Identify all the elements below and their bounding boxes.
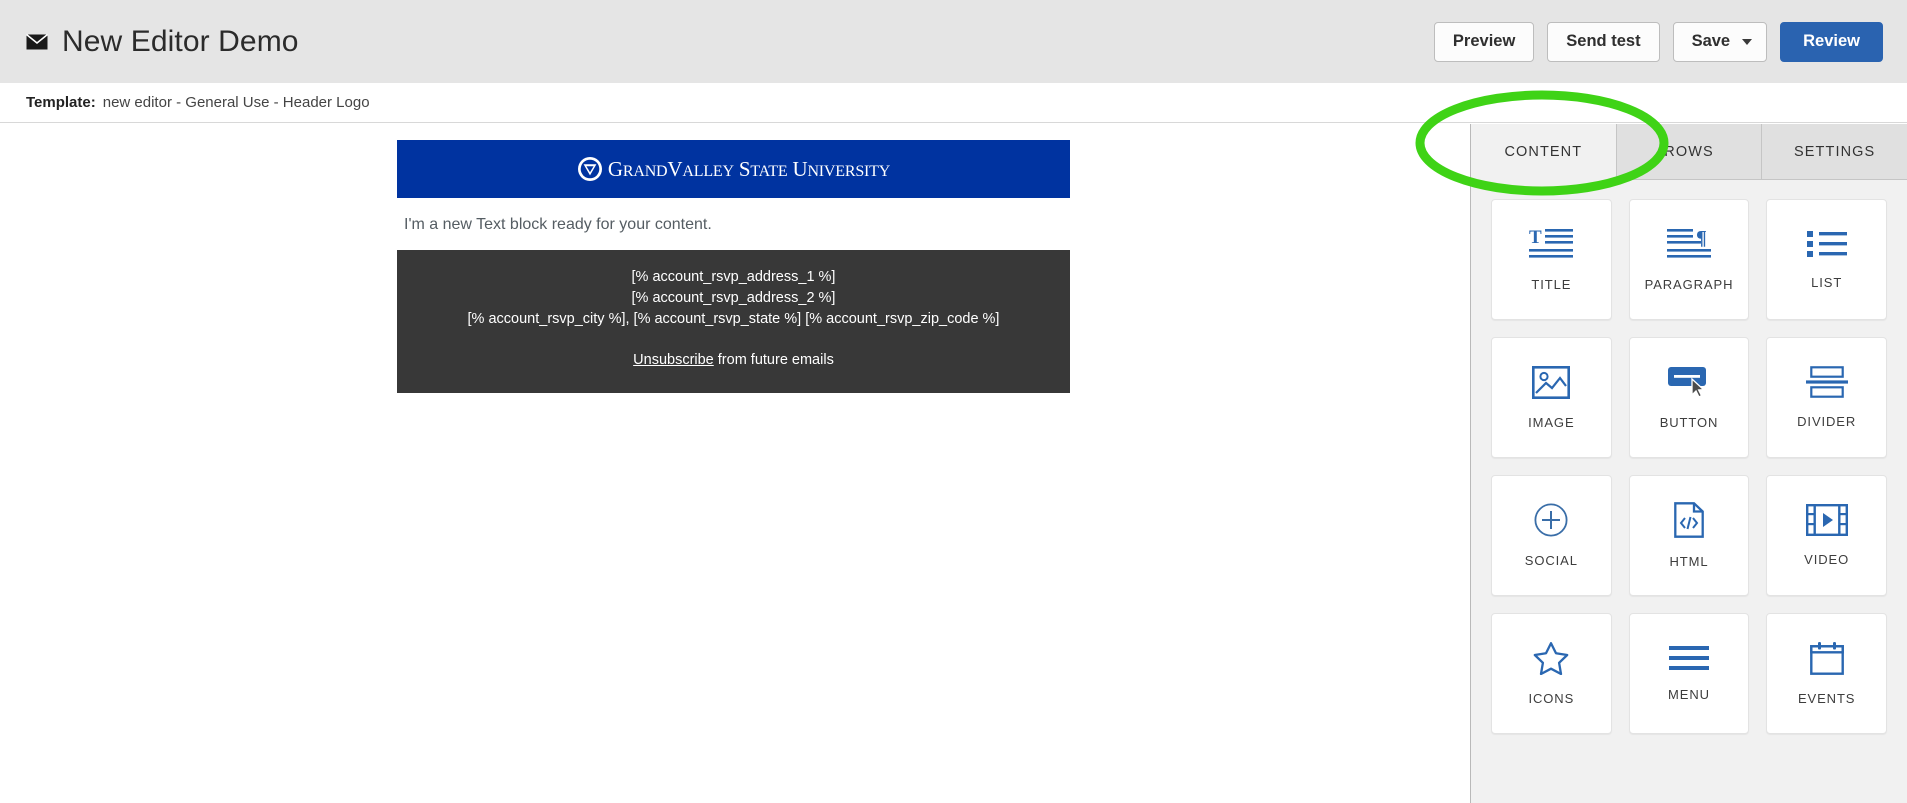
template-label: Template: [0,94,96,111]
list-icon [1806,229,1848,259]
content-block-image[interactable]: IMAGE [1491,337,1612,458]
content-block-events[interactable]: EVENTS [1766,613,1887,734]
template-name: new editor - General Use - Header Logo [96,94,370,111]
hamburger-menu-icon [1669,645,1709,671]
email-canvas: GRANDVALLEY STATE UNIVERSITY I'm a new T… [0,124,1470,803]
content-block-list[interactable]: LIST [1766,199,1887,320]
review-button[interactable]: Review [1780,22,1883,62]
svg-text:¶: ¶ [1696,227,1707,249]
email-preview: GRANDVALLEY STATE UNIVERSITY I'm a new T… [397,140,1070,393]
content-block-icons-label: ICONS [1528,691,1574,706]
footer-unsubscribe-line: Unsubscribe from future emails [397,350,1070,371]
title-icon: T [1528,227,1574,261]
paragraph-icon: ¶ [1666,227,1712,261]
content-blocks-grid: T TITLE ¶ PARAGRAPH [1471,180,1907,753]
envelope-icon [26,34,48,50]
content-block-divider[interactable]: DIVIDER [1766,337,1887,458]
page-title: New Editor Demo [62,25,299,59]
gvsu-logo: GRANDVALLEY STATE UNIVERSITY [577,156,890,182]
content-block-social-label: SOCIAL [1525,553,1578,568]
content-panel: CONTENT ROWS SETTINGS T TITLE ¶ [1470,124,1907,803]
content-block-paragraph-label: PARAGRAPH [1645,277,1734,292]
content-block-events-label: EVENTS [1798,691,1855,706]
header-actions: Preview Send test Save Review [1434,22,1907,62]
content-block-button[interactable]: BUTTON [1629,337,1750,458]
tab-settings[interactable]: SETTINGS [1762,124,1907,180]
email-text-block[interactable]: I'm a new Text block ready for your cont… [397,198,1070,250]
content-block-menu-label: MENU [1668,687,1710,702]
footer-spacer [397,330,1070,350]
content-block-title[interactable]: T TITLE [1491,199,1612,320]
gvsu-wordmark: GRANDVALLEY STATE UNIVERSITY [608,157,890,182]
panel-tabs: CONTENT ROWS SETTINGS [1471,124,1907,180]
video-film-icon [1806,504,1848,536]
content-block-image-label: IMAGE [1528,415,1574,430]
tab-content[interactable]: CONTENT [1471,124,1617,180]
unsubscribe-link[interactable]: Unsubscribe [633,352,714,368]
content-block-title-label: TITLE [1531,277,1571,292]
social-plus-icon [1534,503,1568,537]
content-block-video-label: VIDEO [1804,552,1849,567]
content-block-html-label: HTML [1669,554,1708,569]
svg-text:T: T [1529,227,1542,248]
content-block-social[interactable]: SOCIAL [1491,475,1612,596]
save-button[interactable]: Save [1673,22,1768,62]
preview-button[interactable]: Preview [1434,22,1534,62]
save-button-label: Save [1692,32,1731,51]
content-block-html[interactable]: HTML [1629,475,1750,596]
gvsu-shield-icon [577,156,603,182]
calendar-icon [1810,641,1844,675]
email-footer-block[interactable]: [% account_rsvp_address_1 %] [% account_… [397,250,1070,393]
image-icon [1532,366,1570,399]
content-block-list-label: LIST [1811,275,1842,290]
send-test-button[interactable]: Send test [1547,22,1659,62]
footer-address-2: [% account_rsvp_address_2 %] [397,288,1070,309]
template-bar: Template: new editor - General Use - Hea… [0,83,1907,123]
button-icon [1667,365,1711,399]
divider-icon [1806,366,1848,398]
html-code-icon [1674,502,1704,538]
footer-city-state-zip: [% account_rsvp_city %], [% account_rsvp… [397,309,1070,330]
content-block-icons[interactable]: ICONS [1491,613,1612,734]
content-block-menu[interactable]: MENU [1629,613,1750,734]
content-block-divider-label: DIVIDER [1797,414,1856,429]
top-bar: New Editor Demo Preview Send test Save R… [0,0,1907,83]
title-group: New Editor Demo [0,25,299,59]
star-icon [1533,641,1569,675]
content-block-video[interactable]: VIDEO [1766,475,1887,596]
content-block-button-label: BUTTON [1660,415,1719,430]
footer-address-1: [% account_rsvp_address_1 %] [397,267,1070,288]
tab-rows[interactable]: ROWS [1617,124,1763,180]
content-block-paragraph[interactable]: ¶ PARAGRAPH [1629,199,1750,320]
email-header-row[interactable]: GRANDVALLEY STATE UNIVERSITY [397,140,1070,198]
chevron-down-icon[interactable] [1742,39,1752,45]
unsubscribe-rest: from future emails [714,352,834,368]
